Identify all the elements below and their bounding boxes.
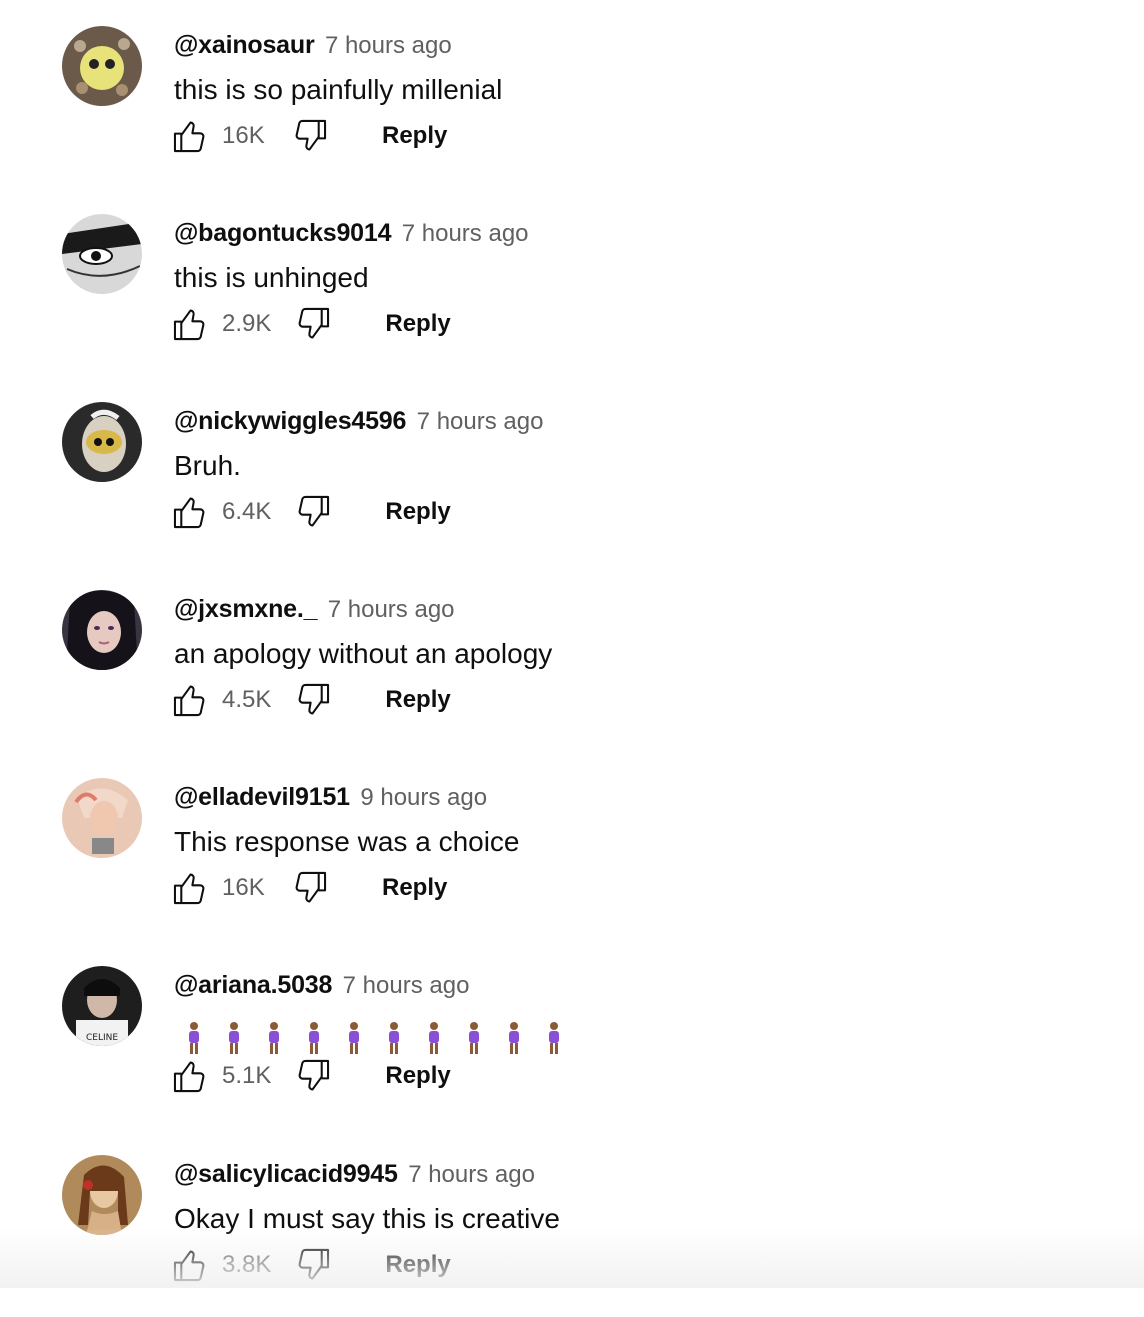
woman-standing-emoji <box>383 1020 423 1061</box>
thumbs-down-icon[interactable] <box>293 680 333 720</box>
thumbs-down-icon[interactable] <box>293 1245 333 1285</box>
avatar[interactable] <box>62 590 142 670</box>
comment-time[interactable]: 7 hours ago <box>402 220 529 247</box>
comment-header: @elladevil9151 9 hours ago <box>174 782 487 816</box>
reply-button[interactable]: Reply <box>385 1251 450 1279</box>
comment-text: This response was a choice <box>174 826 520 857</box>
thumbs-down-icon[interactable] <box>293 1056 333 1096</box>
comment-header: @xainosaur 7 hours ago <box>174 30 452 64</box>
comment-item: @bagontucks9014 7 hours ago this is unhi… <box>0 188 1144 376</box>
woman-standing-emoji <box>543 1020 583 1061</box>
thumbs-up-icon[interactable] <box>170 680 210 720</box>
comment-item: @jxsmxne._ 7 hours ago an apology withou… <box>0 564 1144 752</box>
thumbs-up-icon[interactable] <box>170 304 210 344</box>
thumbs-down-icon[interactable] <box>293 492 333 532</box>
comment-author[interactable]: @xainosaur <box>174 31 315 59</box>
comment-item: @xainosaur 7 hours ago this is so painfu… <box>0 0 1144 188</box>
comment-actions: 6.4K Reply <box>170 492 451 532</box>
woman-standing-emoji <box>223 1020 263 1061</box>
comment-time[interactable]: 7 hours ago <box>343 972 470 999</box>
comment-actions: 5.1K Reply <box>170 1056 451 1096</box>
woman-standing-emoji <box>263 1020 303 1061</box>
reply-button[interactable]: Reply <box>385 310 450 338</box>
avatar[interactable] <box>62 1155 142 1235</box>
reply-button[interactable]: Reply <box>385 1062 450 1090</box>
like-count: 5.1K <box>222 1062 272 1089</box>
comment-text: this is so painfully millenial <box>174 74 503 105</box>
comment-actions: 4.5K Reply <box>170 680 451 720</box>
woman-standing-emoji <box>503 1020 543 1061</box>
comment-text: an apology without an apology <box>174 638 553 669</box>
comment-author[interactable]: @ariana.5038 <box>174 971 332 999</box>
woman-standing-emoji <box>423 1020 463 1061</box>
avatar[interactable] <box>62 778 142 858</box>
like-count: 4.5K <box>222 686 272 713</box>
comment-author[interactable]: @bagontucks9014 <box>174 219 391 247</box>
comment-item: @elladevil9151 9 hours ago This response… <box>0 752 1144 940</box>
like-count: 3.8K <box>222 1251 272 1278</box>
comment-time[interactable]: 7 hours ago <box>417 408 544 435</box>
like-count: 6.4K <box>222 498 272 525</box>
thumbs-up-icon[interactable] <box>170 1245 210 1285</box>
avatar[interactable] <box>62 402 142 482</box>
comment-actions: 2.9K Reply <box>170 304 451 344</box>
comment-time[interactable]: 9 hours ago <box>360 784 487 811</box>
comment-text: Okay I must say this is creative <box>174 1203 560 1234</box>
comment-time[interactable]: 7 hours ago <box>325 32 452 59</box>
comment-actions: 16K Reply <box>170 116 447 156</box>
comment-item: @salicylicacid9945 7 hours ago Okay I mu… <box>0 1129 1144 1317</box>
svg-text:CELINE: CELINE <box>86 1033 118 1043</box>
comment-time[interactable]: 7 hours ago <box>408 1161 535 1188</box>
comment-author[interactable]: @jxsmxne._ <box>174 595 317 623</box>
thumbs-up-icon[interactable] <box>170 492 210 532</box>
comment-actions: 3.8K Reply <box>170 1245 451 1285</box>
comment-header: @jxsmxne._ 7 hours ago <box>174 594 455 628</box>
comment-item: CELINE @ariana.5038 7 hours ago 5.1K Rep… <box>0 940 1144 1128</box>
woman-standing-emoji <box>463 1020 503 1061</box>
avatar[interactable] <box>62 26 142 106</box>
comment-emoji-row <box>183 1020 583 1061</box>
comment-header: @bagontucks9014 7 hours ago <box>174 218 529 252</box>
avatar[interactable] <box>62 214 142 294</box>
thumbs-down-icon[interactable] <box>290 868 330 908</box>
thumbs-up-icon[interactable] <box>170 1056 210 1096</box>
comment-author[interactable]: @salicylicacid9945 <box>174 1160 398 1188</box>
like-count: 2.9K <box>222 310 272 337</box>
woman-standing-emoji <box>343 1020 383 1061</box>
thumbs-up-icon[interactable] <box>170 868 210 908</box>
comment-author[interactable]: @elladevil9151 <box>174 783 350 811</box>
woman-standing-emoji <box>303 1020 343 1061</box>
reply-button[interactable]: Reply <box>382 122 447 150</box>
comment-actions: 16K Reply <box>170 868 447 908</box>
comment-time[interactable]: 7 hours ago <box>328 596 455 623</box>
thumbs-down-icon[interactable] <box>293 304 333 344</box>
like-count: 16K <box>222 874 265 901</box>
thumbs-up-icon[interactable] <box>170 116 210 156</box>
comment-header: @salicylicacid9945 7 hours ago <box>174 1159 535 1193</box>
woman-standing-emoji <box>183 1020 223 1061</box>
comment-header: @ariana.5038 7 hours ago <box>174 970 469 1004</box>
comment-header: @nickywiggles4596 7 hours ago <box>174 406 543 440</box>
reply-button[interactable]: Reply <box>385 498 450 526</box>
thumbs-down-icon[interactable] <box>290 116 330 156</box>
like-count: 16K <box>222 122 265 149</box>
comment-text: this is unhinged <box>174 262 369 293</box>
reply-button[interactable]: Reply <box>382 874 447 902</box>
comment-text: Bruh. <box>174 450 241 481</box>
avatar[interactable]: CELINE <box>62 966 142 1046</box>
comment-author[interactable]: @nickywiggles4596 <box>174 407 406 435</box>
reply-button[interactable]: Reply <box>385 686 450 714</box>
comment-item: @nickywiggles4596 7 hours ago Bruh. 6.4K… <box>0 376 1144 564</box>
